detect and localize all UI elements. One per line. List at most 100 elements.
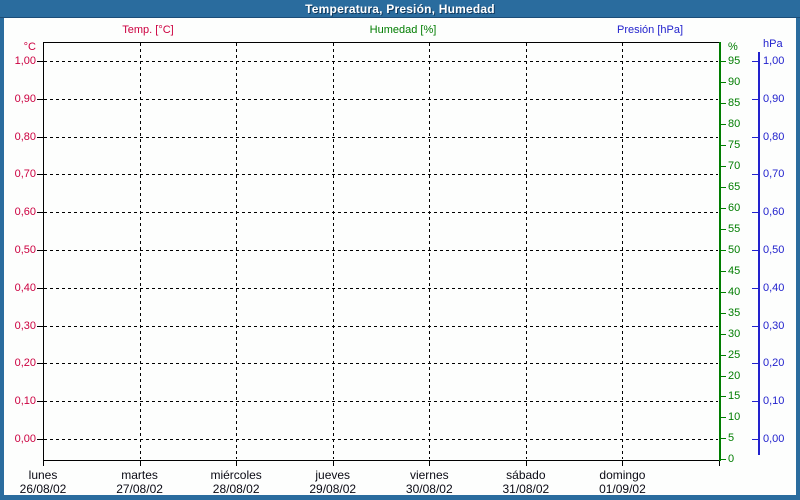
pressure-axis-tick [752, 287, 758, 289]
h-gridline [44, 61, 718, 62]
pressure-axis-line [758, 52, 760, 455]
humidity-axis-tick [721, 417, 726, 419]
pressure-axis-tick [752, 212, 758, 214]
x-axis-tick [429, 461, 431, 466]
pressure-axis-tick [752, 136, 758, 138]
x-axis-date-label: 26/08/02 [19, 482, 67, 496]
pressure-axis-tick-label: 0,10 [763, 395, 785, 408]
pressure-axis-tick [752, 401, 758, 403]
h-gridline [44, 287, 718, 289]
humidity-axis-tick-label: 90 [728, 75, 741, 88]
pressure-axis-tick [752, 325, 758, 327]
x-axis-day-label: domingo [599, 468, 646, 482]
left-axis-tick-label: 0,90 [14, 92, 36, 105]
x-axis-date-label: 29/08/02 [309, 482, 357, 496]
x-axis-day-label: viernes [409, 468, 449, 482]
left-axis-tick [37, 439, 43, 440]
x-axis-tick [332, 461, 334, 466]
humidity-axis-tick [721, 102, 726, 104]
left-axis-tick-label: 0,00 [14, 433, 36, 445]
humidity-axis-tick [721, 270, 726, 272]
humidity-axis-tick [721, 459, 726, 461]
x-axis-date-label: 27/08/02 [116, 482, 163, 496]
pressure-axis-tick-label: 0,20 [763, 357, 785, 370]
chart-canvas: Temp. [°C] Humedad [%] Presión [hPa] 1,00 0,… [0, 0, 800, 500]
pressure-axis-tick [752, 439, 758, 440]
pressure-axis-tick [752, 61, 758, 62]
v-gridline [525, 43, 527, 459]
x-axis-day-label: jueves [315, 468, 351, 482]
pressure-axis-tick [752, 250, 758, 251]
x-axis-tick [139, 461, 141, 466]
pressure-axis-tick-label: 0,80 [763, 130, 785, 143]
humidity-axis-tick-label: 5 [728, 432, 735, 445]
humidity-axis-tick-label: 40 [728, 285, 741, 298]
humidity-axis-tick-label: 95 [728, 55, 741, 67]
left-axis-tick [37, 325, 43, 327]
left-axis-tick [37, 136, 43, 138]
h-gridline [44, 136, 718, 138]
humidity-axis-tick-label: 85 [728, 96, 741, 109]
plot-border-top [43, 42, 719, 43]
weather-chart-window: Temperatura, Presión, Humedad Temp. [°C]… [0, 0, 800, 500]
humidity-axis-tick-label: 25 [728, 348, 741, 361]
pressure-axis-tick [752, 174, 758, 176]
left-axis-tick [37, 287, 43, 289]
h-gridline [44, 401, 718, 403]
humidity-axis-tick [721, 291, 726, 293]
humidity-axis-tick-label: 30 [728, 327, 741, 340]
left-axis-tick [37, 212, 43, 214]
legend-item-1: Temp. [°C] [122, 24, 174, 36]
left-axis-tick-label: 0,30 [14, 319, 36, 332]
humidity-axis-tick-label: 50 [728, 243, 741, 256]
humidity-axis-tick-label: 15 [728, 390, 741, 403]
humidity-axis-tick-label: 65 [728, 180, 741, 193]
v-gridline [139, 43, 141, 459]
x-axis-tick [236, 461, 238, 466]
humidity-axis-tick [721, 375, 726, 377]
humidity-axis-tick-label: 60 [728, 201, 741, 214]
pressure-axis-tick [752, 363, 758, 365]
humidity-axis-tick-label: 45 [728, 264, 741, 277]
left-axis-tick-label: 0,20 [14, 357, 36, 370]
left-axis-tick [37, 401, 43, 403]
humidity-axis-tick [721, 438, 726, 440]
v-gridline [429, 43, 431, 459]
x-axis-tick [525, 461, 527, 466]
pressure-axis-tick-label: 0,70 [763, 168, 785, 181]
x-axis-day-label: miércoles [210, 468, 262, 482]
x-axis-tick [719, 461, 720, 466]
x-axis-tick [622, 461, 624, 466]
humidity-axis-tick [721, 123, 726, 125]
pressure-axis-tick-label: 0,30 [763, 319, 785, 332]
humidity-axis-tick [721, 312, 726, 314]
v-gridline [332, 43, 334, 459]
humidity-axis-tick [721, 354, 726, 356]
h-gridline [44, 250, 718, 251]
pressure-axis-tick-label: 0,60 [763, 206, 785, 219]
humidity-axis-tick [721, 186, 726, 188]
left-axis-tick [37, 250, 43, 251]
humidity-axis-tick [721, 207, 726, 209]
plot-border-left [43, 42, 44, 461]
humidity-axis-tick-label: 35 [728, 306, 741, 319]
legend-item-3: Presión [hPa] [616, 24, 684, 36]
humidity-axis-tick-label: 20 [728, 369, 741, 382]
humidity-axis-unit-label: % [728, 41, 738, 53]
pressure-axis-tick-label: 0,00 [763, 433, 785, 445]
left-axis-tick-label: 0,40 [14, 281, 36, 294]
h-gridline [44, 439, 718, 440]
humidity-axis-tick-label: 55 [728, 222, 741, 235]
humidity-axis-tick-label: 70 [728, 159, 741, 172]
humidity-axis-tick [721, 165, 726, 167]
humidity-axis-tick-label: 80 [728, 117, 741, 130]
x-axis-day-label: lunes [28, 468, 58, 482]
left-axis-tick-label: 0,10 [14, 395, 36, 408]
pressure-axis-tick-label: 1,00 [763, 55, 785, 67]
pressure-axis-tick-label: 0,50 [763, 244, 785, 256]
legend-item-2: Humedad [%] [369, 24, 437, 36]
left-axis-tick [37, 98, 43, 100]
pressure-axis-tick [752, 98, 758, 100]
pressure-axis-tick-label: 0,90 [763, 92, 785, 105]
v-gridline [622, 43, 624, 459]
